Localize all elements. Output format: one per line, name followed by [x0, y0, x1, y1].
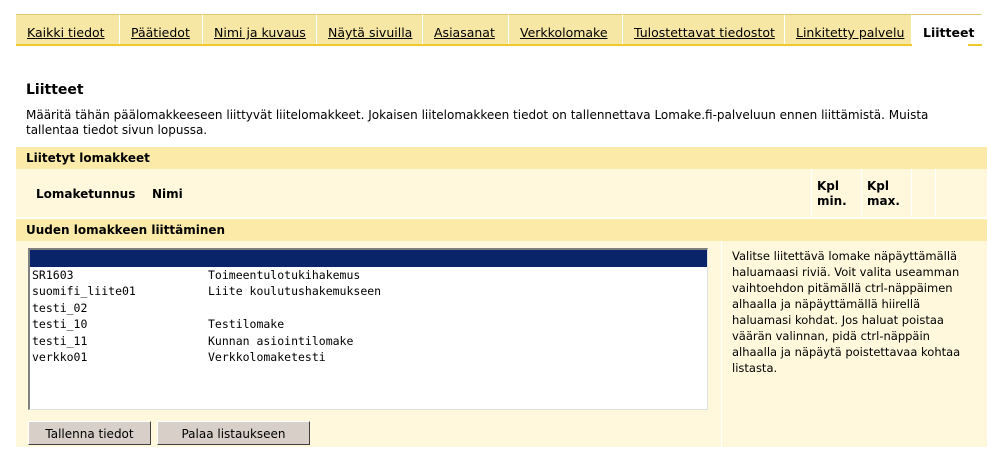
- attached-forms-header: Lomaketunnus Nimi Kpl min. Kpl max.: [16, 169, 987, 217]
- list-option[interactable]: testi_11 Kunnan asiointilomake: [30, 333, 707, 350]
- form-select-list[interactable]: SR1603 Toimeentulotukihakemus suomifi_lii…: [28, 248, 708, 410]
- tab-nimi-ja-kuvaus[interactable]: Nimi ja kuvaus: [203, 14, 317, 45]
- tab-paatiedot[interactable]: Päätiedot: [120, 14, 203, 45]
- section-attached-forms: Liitetyt lomakkeet: [16, 147, 987, 169]
- column-header-min: Kpl min.: [817, 179, 847, 208]
- tab-bar: Kaikki tiedot Päätiedot Nimi ja kuvaus N…: [16, 14, 982, 46]
- column-divider: [811, 169, 812, 217]
- tab-tulostettavat-tiedostot[interactable]: Tulostettavat tiedostot: [623, 14, 785, 45]
- tab-kaikki-tiedot[interactable]: Kaikki tiedot: [16, 14, 120, 45]
- back-to-list-button[interactable]: Palaa listaukseen: [157, 421, 310, 445]
- column-header-code: Lomaketunnus: [36, 187, 136, 201]
- list-option[interactable]: SR1603 Toimeentulotukihakemus: [30, 267, 707, 284]
- list-option[interactable]: verkko01 Verkkolomaketesti: [30, 349, 707, 366]
- tab-underline: [16, 44, 912, 46]
- tab-linkitetty-palvelu[interactable]: Linkitetty palvelu: [785, 14, 912, 45]
- tab-underline-right: [968, 44, 982, 46]
- list-option[interactable]: testi_10 Testilomake: [30, 316, 707, 333]
- list-option-selected[interactable]: [30, 250, 707, 267]
- tab-asiasanat[interactable]: Asiasanat: [423, 14, 509, 45]
- list-option[interactable]: suomifi_liite01 Liite koulutushakemukseen: [30, 283, 707, 300]
- help-panel: Valitse liitettävä lomake näpäyttämällä …: [722, 241, 987, 447]
- list-option[interactable]: testi_02: [30, 300, 707, 317]
- column-header-name: Nimi: [152, 187, 183, 201]
- tab-verkkolomake[interactable]: Verkkolomake: [509, 14, 623, 45]
- page-intro: Määritä tähän päälomakkeeseen liittyvät …: [26, 108, 929, 137]
- section-new-form: Uuden lomakkeen liittäminen: [16, 219, 987, 241]
- column-header-max: Kpl max.: [867, 179, 900, 208]
- column-divider: [911, 169, 912, 217]
- tab-liitteet[interactable]: Liitteet: [912, 14, 982, 46]
- column-divider: [935, 169, 936, 217]
- help-text: Valitse liitettävä lomake näpäyttämällä …: [732, 249, 961, 375]
- column-divider: [861, 169, 862, 217]
- page-title: Liitteet: [26, 82, 84, 98]
- save-button[interactable]: Tallenna tiedot: [28, 421, 151, 445]
- tab-nayta-sivuilla[interactable]: Näytä sivuilla: [317, 14, 423, 45]
